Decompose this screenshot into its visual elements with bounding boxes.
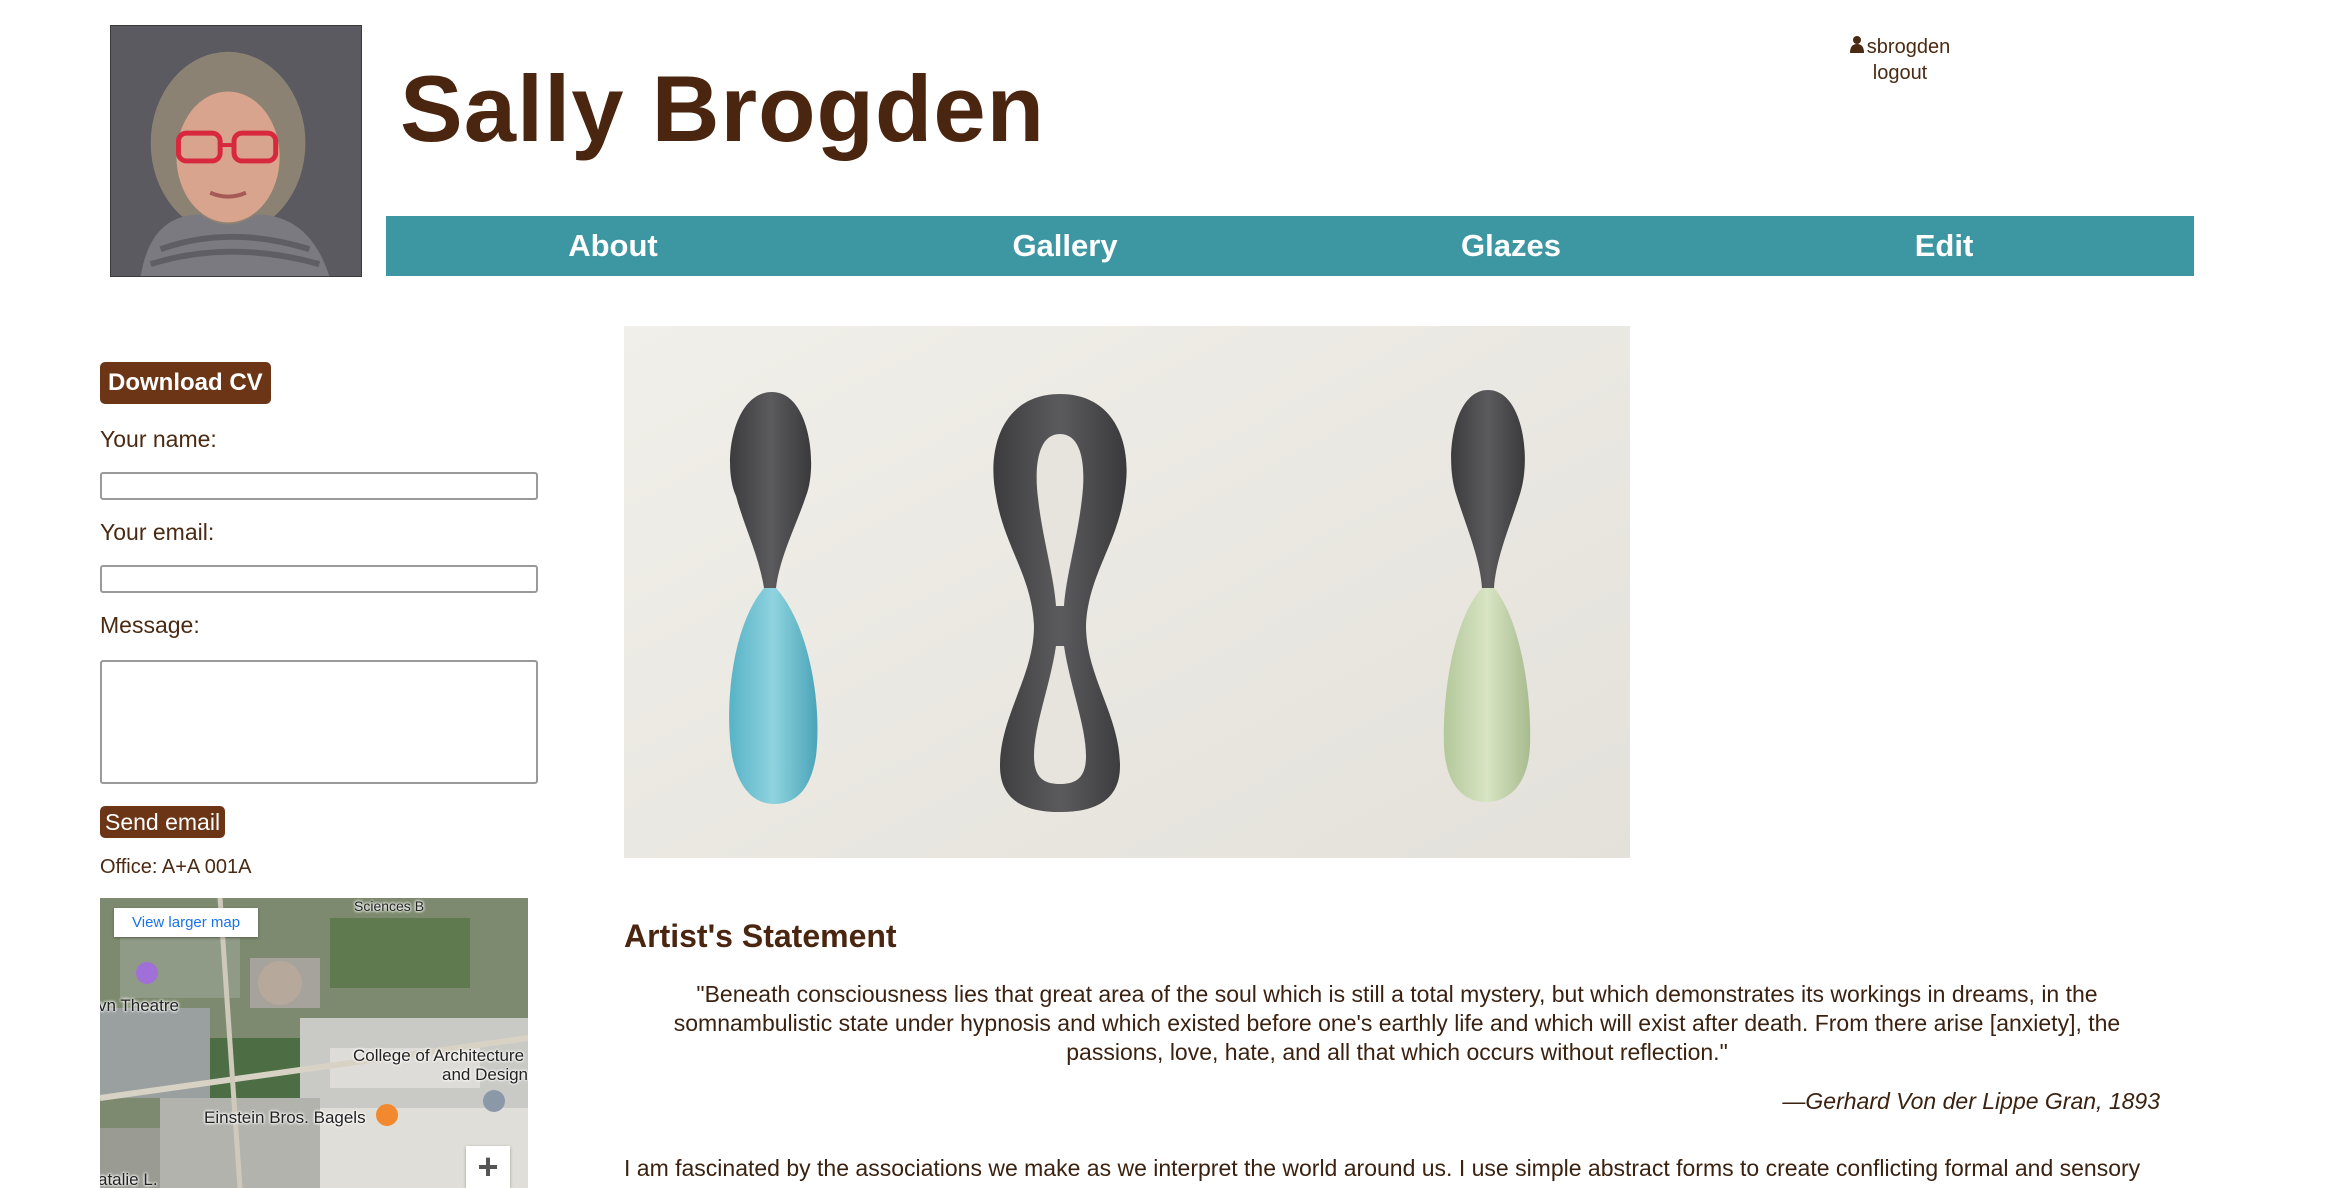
username-text: sbrogden — [1866, 36, 1951, 58]
map-embed[interactable]: View larger map vn Theatre Sciences B Co… — [100, 898, 528, 1188]
map-zoom-in-button[interactable]: + — [466, 1146, 510, 1188]
statement-quote: "Beneath consciousness lies that great a… — [673, 981, 2121, 1065]
main-nav: About Gallery Glazes Edit — [386, 216, 2194, 276]
map-label-theatre: vn Theatre — [100, 996, 179, 1015]
nav-edit[interactable]: Edit — [1915, 216, 1974, 276]
nav-about[interactable]: About — [568, 216, 658, 276]
statement-body: I am fascinated by the associations we m… — [624, 1155, 2141, 1188]
download-cv-button[interactable]: Download CV — [100, 362, 271, 404]
nav-gallery[interactable]: Gallery — [1012, 216, 1117, 276]
name-field[interactable] — [100, 472, 538, 500]
avatar — [110, 25, 362, 277]
map-label-college-2: and Design — [442, 1065, 528, 1084]
map-label-sciences: Sciences B — [354, 898, 425, 914]
nav-glazes[interactable]: Glazes — [1461, 216, 1561, 276]
office-location: Office: A+A 001A — [100, 856, 252, 878]
statement-title: Artist's Statement — [624, 918, 897, 954]
name-label: Your name: — [100, 426, 217, 452]
email-field[interactable] — [100, 565, 538, 593]
map-label-bagels: Einstein Bros. Bagels — [204, 1108, 366, 1127]
logout-link[interactable]: logout — [1830, 60, 1970, 86]
quote-attribution: —Gerhard Von der Lippe Gran, 1893 — [1782, 1088, 2160, 1114]
email-label: Your email: — [100, 519, 215, 545]
user-menu: sbrogden logout — [1830, 34, 1970, 86]
message-label: Message: — [100, 612, 200, 638]
message-field[interactable] — [100, 660, 538, 784]
gallery-hero-image — [624, 326, 1630, 858]
map-label-natalie: atalie L. — [100, 1170, 158, 1188]
map-label-college: College of Architecture — [353, 1046, 525, 1065]
user-icon — [1849, 34, 1864, 60]
view-larger-map-link[interactable]: View larger map — [114, 908, 259, 937]
username[interactable]: sbrogden — [1830, 34, 1970, 60]
site-title: Sally Brogden — [400, 56, 1046, 161]
send-email-button[interactable]: Send email — [100, 806, 226, 838]
